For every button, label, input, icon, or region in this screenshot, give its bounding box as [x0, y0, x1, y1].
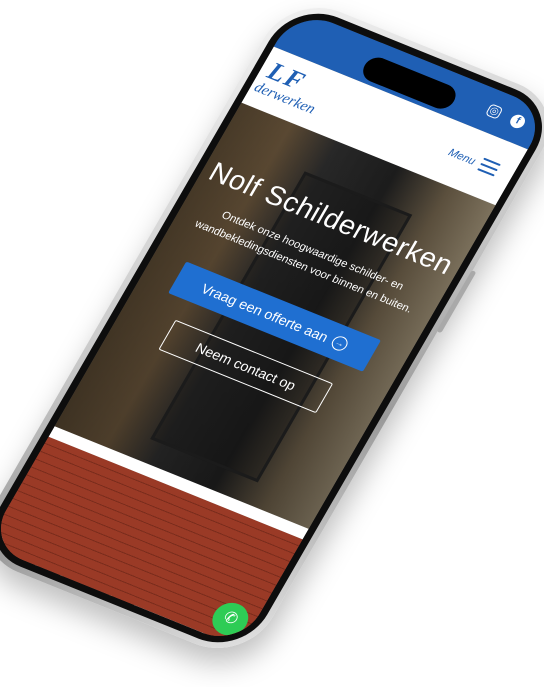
menu-label[interactable]: Menu — [446, 147, 478, 168]
arrow-right-icon: → — [328, 334, 351, 354]
phone-screen: ◎ f LF derwerken Menu Nolf Schilderwerke… — [0, 8, 544, 648]
phone-mockup: ◎ f LF derwerken Menu Nolf Schilderwerke… — [0, 0, 544, 665]
instagram-icon[interactable]: ◎ — [484, 103, 504, 120]
hamburger-menu-icon[interactable] — [477, 157, 501, 177]
facebook-icon[interactable]: f — [507, 112, 528, 131]
stage: ◎ f LF derwerken Menu Nolf Schilderwerke… — [0, 0, 544, 687]
